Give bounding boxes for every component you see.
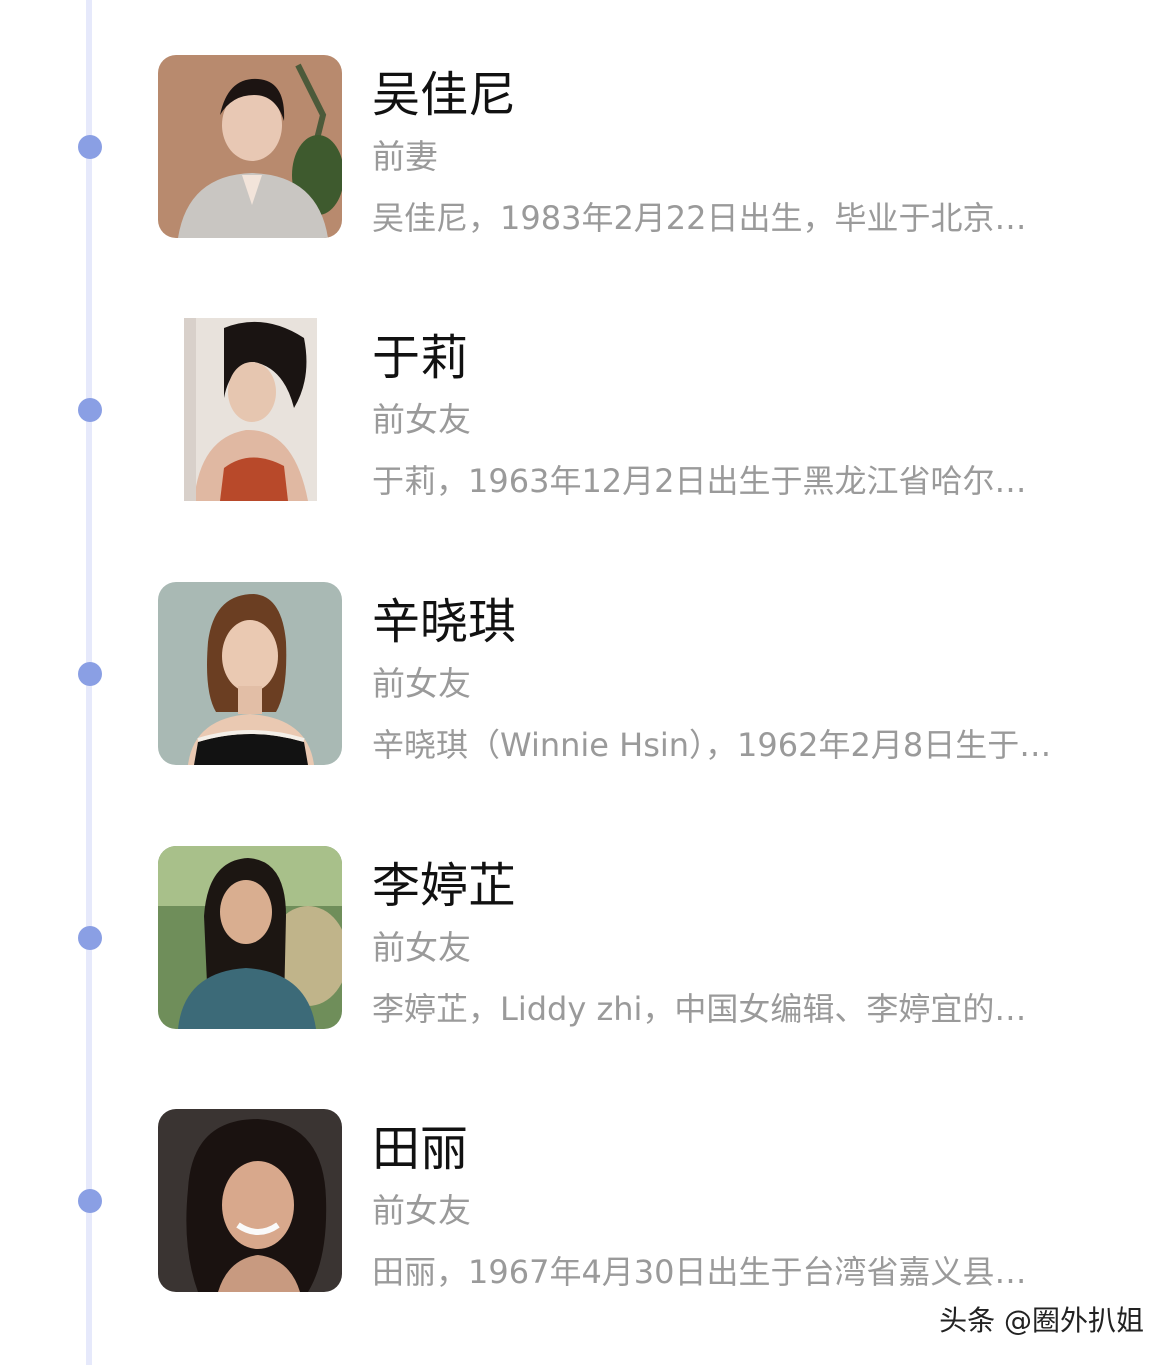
avatar[interactable] (158, 582, 342, 765)
relation-label: 前女友 (372, 928, 471, 967)
avatar[interactable] (184, 318, 317, 501)
relation-label: 前女友 (372, 400, 471, 439)
timeline-dot (78, 662, 102, 686)
person-name[interactable]: 辛晓琪 (372, 592, 516, 652)
list-item[interactable]: 田丽 前女友 田丽，1967年4月30日出生于台湾省嘉义县… (0, 1109, 1170, 1299)
avatar[interactable] (158, 55, 342, 238)
person-name[interactable]: 于莉 (372, 328, 468, 388)
person-description: 于莉，1963年12月2日出生于黑龙江省哈尔… (372, 462, 1027, 500)
person-description: 李婷芷，Liddy zhi，中国女编辑、李婷宜的… (372, 990, 1027, 1028)
timeline-dot (78, 1189, 102, 1213)
relation-label: 前女友 (372, 664, 471, 703)
portrait-photo-icon (158, 582, 342, 765)
avatar[interactable] (158, 1109, 342, 1292)
person-description: 吴佳尼，1983年2月22日出生，毕业于北京… (372, 199, 1027, 237)
portrait-photo-icon (184, 318, 317, 501)
list-item[interactable]: 李婷芷 前女友 李婷芷，Liddy zhi，中国女编辑、李婷宜的… (0, 846, 1170, 1036)
person-description: 田丽，1967年4月30日出生于台湾省嘉义县… (372, 1253, 1027, 1291)
timeline-dot (78, 398, 102, 422)
person-description: 辛晓琪（Winnie Hsin），1962年2月8日生于… (372, 726, 1052, 764)
list-item[interactable]: 于莉 前女友 于莉，1963年12月2日出生于黑龙江省哈尔… (0, 318, 1170, 508)
person-name[interactable]: 田丽 (372, 1119, 468, 1179)
avatar[interactable] (158, 846, 342, 1029)
portrait-photo-icon (158, 846, 342, 1029)
portrait-photo-icon (158, 1109, 342, 1292)
watermark: 头条 @圈外扒姐 (939, 1304, 1144, 1337)
relation-label: 前女友 (372, 1191, 471, 1230)
list-item[interactable]: 辛晓琪 前女友 辛晓琪（Winnie Hsin），1962年2月8日生于… (0, 582, 1170, 772)
person-name[interactable]: 吴佳尼 (372, 65, 516, 125)
relation-label: 前妻 (372, 137, 438, 176)
person-name[interactable]: 李婷芷 (372, 856, 516, 916)
timeline-dot (78, 135, 102, 159)
list-item[interactable]: 吴佳尼 前妻 吴佳尼，1983年2月22日出生，毕业于北京… (0, 55, 1170, 245)
timeline-dot (78, 926, 102, 950)
portrait-photo-icon (158, 55, 342, 238)
